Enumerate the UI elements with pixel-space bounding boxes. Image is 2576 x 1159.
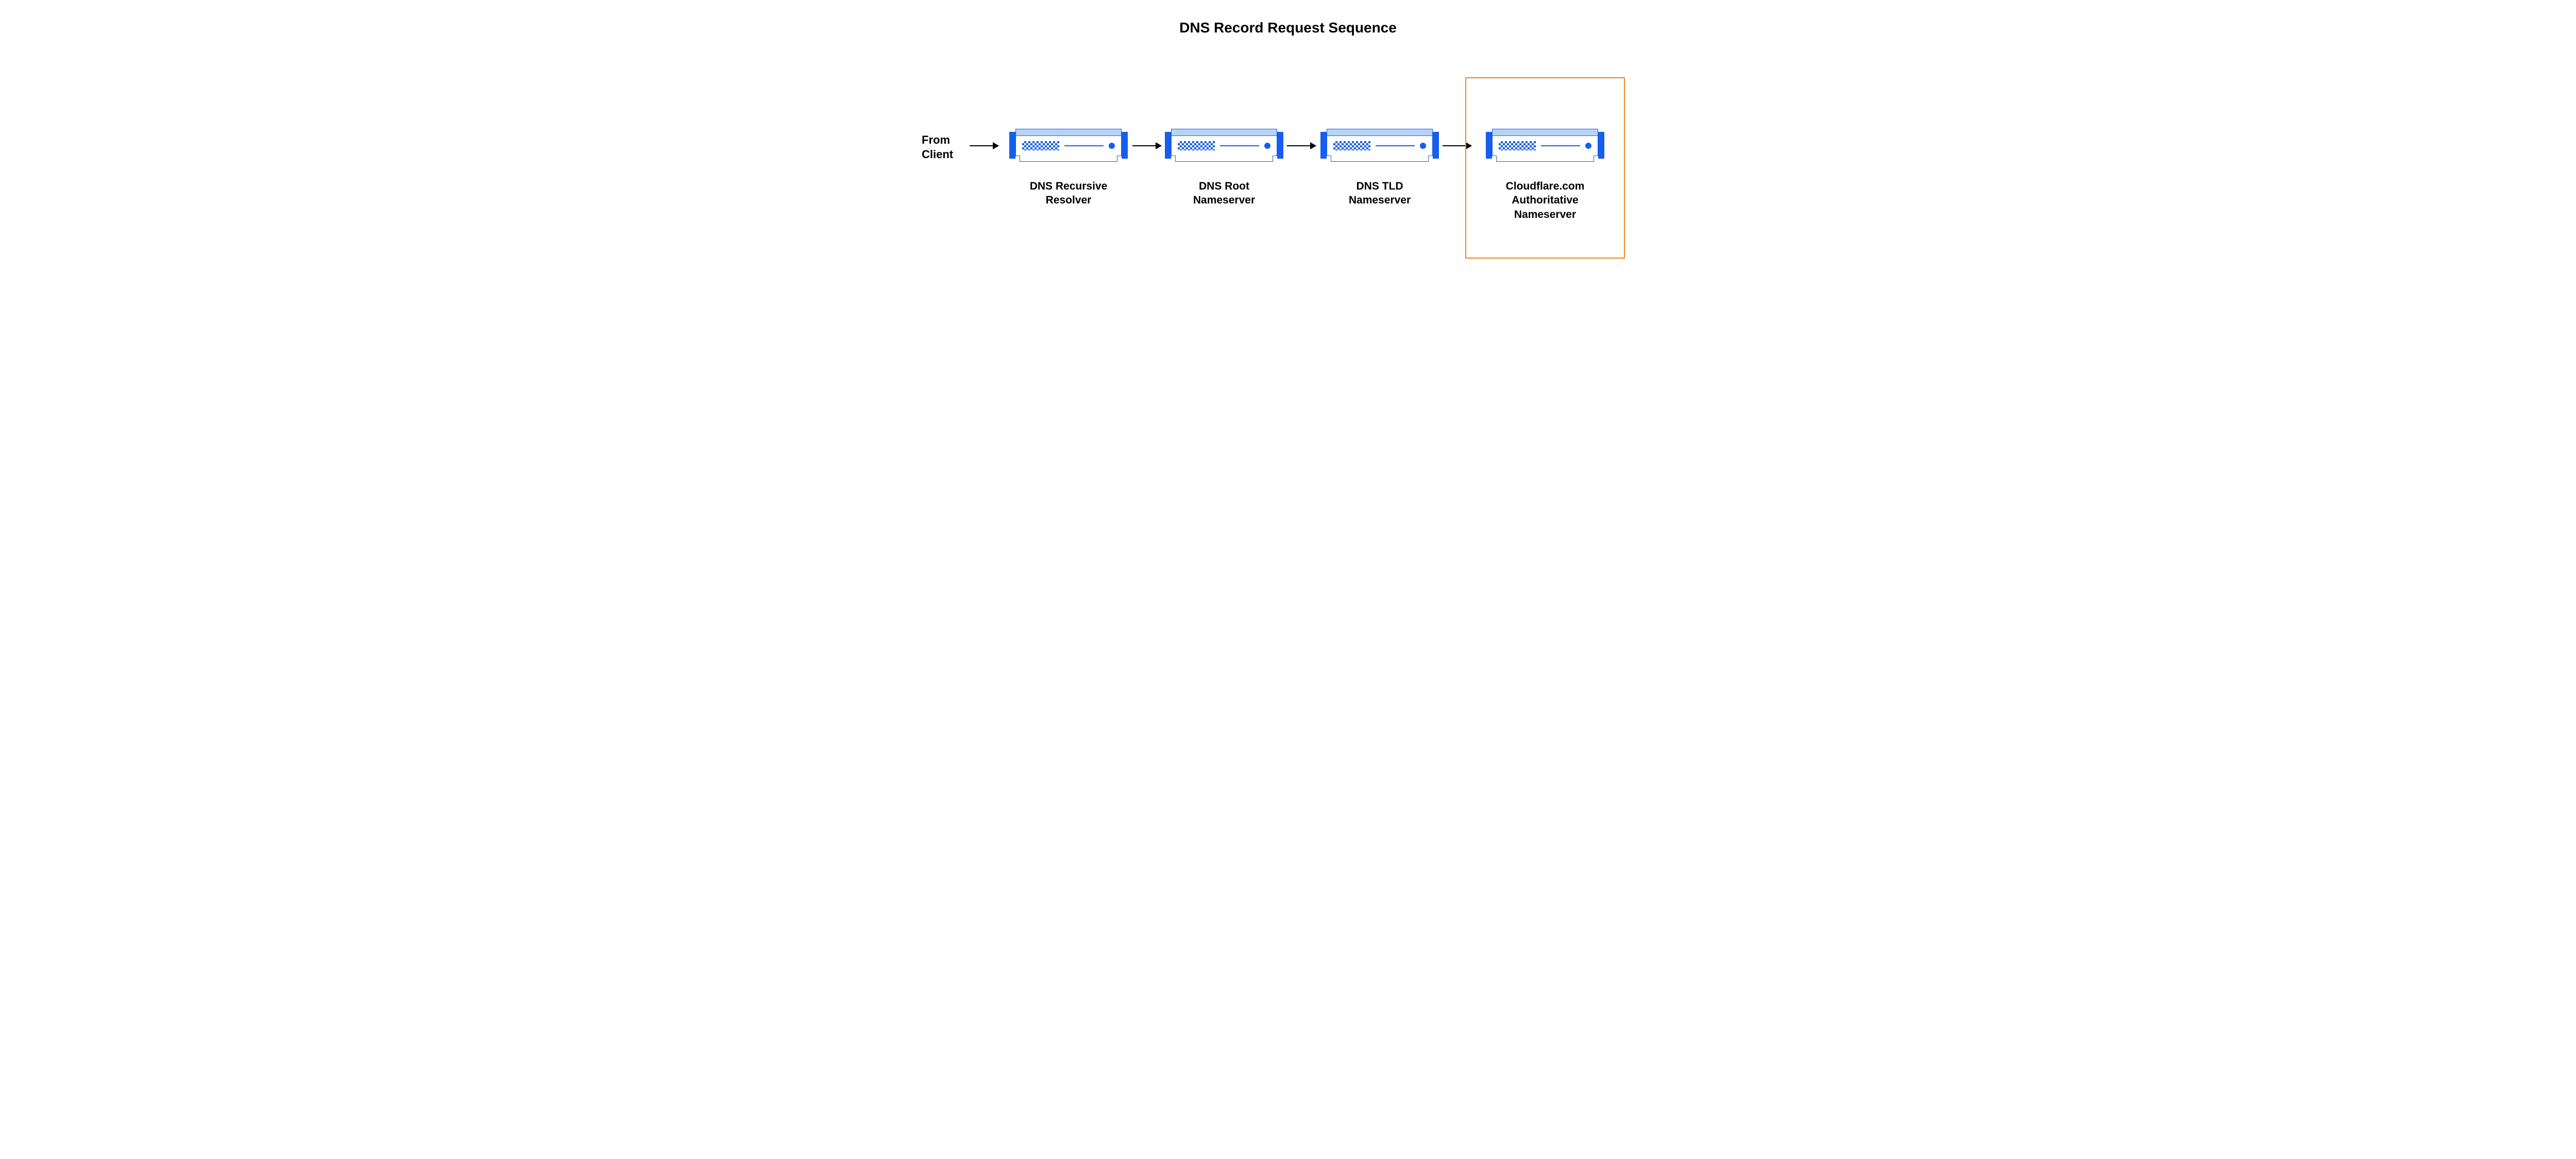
server-icon bbox=[1009, 129, 1128, 162]
vent-icon bbox=[1022, 141, 1059, 150]
server-node: DNS RecursiveResolver bbox=[1007, 129, 1130, 208]
slot-icon bbox=[1064, 145, 1104, 146]
diagram-title: DNS Record Request Sequence bbox=[899, 20, 1677, 36]
server-icon bbox=[1165, 129, 1283, 162]
vent-icon bbox=[1333, 141, 1370, 150]
led-icon bbox=[1264, 143, 1270, 149]
server-node: DNS TLDNameserver bbox=[1318, 129, 1442, 208]
server-label: Cloudflare.comAuthoritativeNameserver bbox=[1483, 179, 1607, 221]
vent-icon bbox=[1499, 141, 1536, 150]
slot-icon bbox=[1220, 145, 1259, 146]
arrow-icon bbox=[970, 145, 998, 146]
slot-icon bbox=[1376, 145, 1415, 146]
server-label: DNS RecursiveResolver bbox=[1007, 179, 1130, 208]
led-icon bbox=[1585, 143, 1591, 149]
diagram-canvas: DNS Record Request Sequence FromClient D… bbox=[899, 0, 1677, 309]
vent-icon bbox=[1178, 141, 1215, 150]
server-icon bbox=[1486, 129, 1604, 162]
slot-icon bbox=[1541, 145, 1580, 146]
server-label: DNS TLDNameserver bbox=[1318, 179, 1442, 208]
server-icon bbox=[1320, 129, 1439, 162]
source-label: FromClient bbox=[922, 133, 953, 161]
server-node: Cloudflare.comAuthoritativeNameserver bbox=[1483, 129, 1607, 221]
arrow-icon bbox=[1287, 145, 1316, 146]
led-icon bbox=[1420, 143, 1426, 149]
arrow-icon bbox=[1132, 145, 1161, 146]
led-icon bbox=[1109, 143, 1115, 149]
server-label: DNS RootNameserver bbox=[1162, 179, 1286, 208]
server-node: DNS RootNameserver bbox=[1162, 129, 1286, 208]
